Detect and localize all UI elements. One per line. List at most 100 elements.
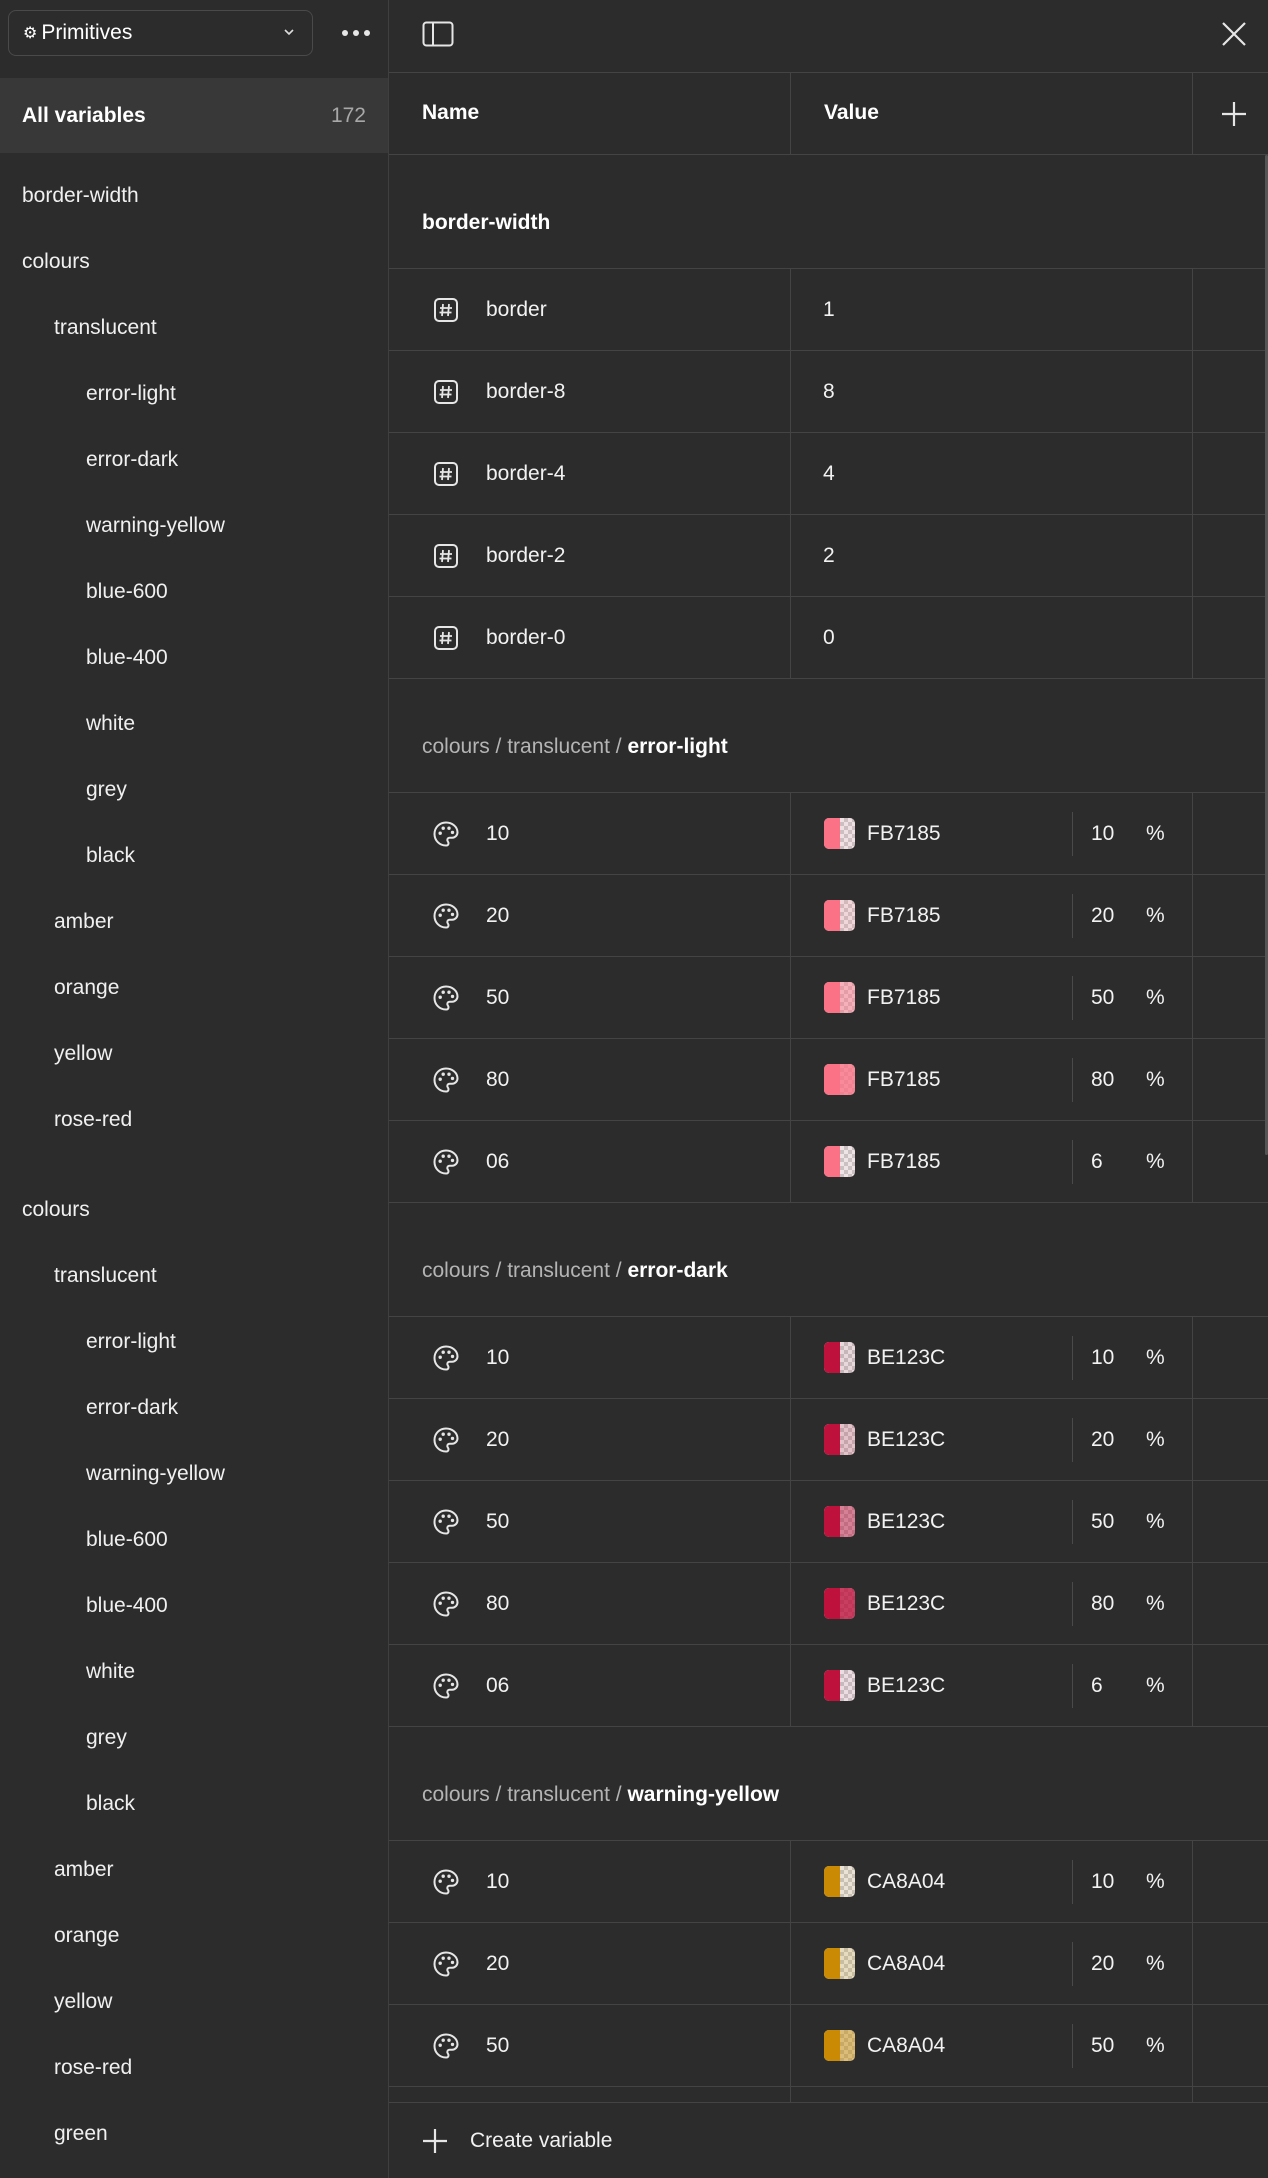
sidebar-toggle-icon[interactable] — [422, 21, 454, 47]
sidebar-group-item[interactable]: grey — [0, 1718, 388, 1758]
variable-row[interactable]: border-8 8 — [389, 351, 1268, 433]
variable-row[interactable]: 20 CA8A04 20% — [389, 1923, 1268, 2005]
opacity-value[interactable]: 20 — [1091, 1952, 1114, 1976]
variable-row[interactable] — [389, 2087, 1268, 2102]
sidebar-group-item[interactable]: green — [0, 2114, 388, 2154]
sidebar-group-item[interactable]: grey — [0, 770, 388, 810]
close-icon[interactable] — [1220, 20, 1248, 48]
sidebar-group-item[interactable]: translucent — [0, 308, 388, 348]
opacity-value[interactable]: 50 — [1091, 986, 1114, 1010]
sidebar-group-item[interactable]: yellow — [0, 1982, 388, 2022]
column-divider[interactable] — [1192, 73, 1193, 155]
sidebar-group-item[interactable]: black — [0, 1784, 388, 1824]
column-divider[interactable] — [790, 73, 791, 155]
variable-name[interactable]: 10 — [486, 822, 509, 846]
sidebar-group-item[interactable]: error-dark — [0, 440, 388, 480]
sidebar-group-item[interactable]: black — [0, 836, 388, 876]
sidebar-group-item[interactable]: blue-400 — [0, 638, 388, 678]
sidebar-group-item[interactable]: border-width — [0, 176, 388, 216]
color-swatch[interactable] — [824, 1064, 855, 1095]
color-swatch[interactable] — [824, 1948, 855, 1979]
sidebar-group-item[interactable]: amber — [0, 1850, 388, 1890]
color-swatch[interactable] — [824, 1342, 855, 1373]
variable-value[interactable]: 8 — [823, 380, 835, 404]
sidebar-group-item[interactable]: colours — [0, 1190, 388, 1230]
variable-row[interactable]: 80 BE123C 80% — [389, 1563, 1268, 1645]
opacity-value[interactable]: 50 — [1091, 2034, 1114, 2058]
variable-name[interactable]: border — [486, 298, 547, 322]
sidebar-group-item[interactable]: white — [0, 1652, 388, 1692]
color-swatch[interactable] — [824, 818, 855, 849]
color-swatch[interactable] — [824, 1506, 855, 1537]
opacity-value[interactable]: 6 — [1091, 1674, 1103, 1698]
variable-name[interactable]: 10 — [486, 1346, 509, 1370]
hex-value[interactable]: BE123C — [867, 1510, 945, 1534]
variable-row[interactable]: 20 FB7185 20% — [389, 875, 1268, 957]
variable-name[interactable]: 50 — [486, 986, 509, 1010]
sidebar-group-item[interactable]: rose-red — [0, 1100, 388, 1140]
opacity-value[interactable]: 6 — [1091, 1150, 1103, 1174]
opacity-value[interactable]: 10 — [1091, 822, 1114, 846]
variable-name[interactable]: 06 — [486, 1150, 509, 1174]
hex-value[interactable]: CA8A04 — [867, 1870, 945, 1894]
hex-value[interactable]: FB7185 — [867, 1150, 941, 1174]
sidebar-group-item[interactable]: error-light — [0, 374, 388, 414]
variable-name[interactable]: 20 — [486, 1952, 509, 1976]
sidebar-group-item[interactable]: colours — [0, 242, 388, 282]
variable-row[interactable]: 10 CA8A04 10% — [389, 1841, 1268, 1923]
variable-name[interactable]: 10 — [486, 1870, 509, 1894]
color-swatch[interactable] — [824, 900, 855, 931]
variable-value[interactable]: 1 — [823, 298, 835, 322]
hex-value[interactable]: FB7185 — [867, 986, 941, 1010]
sidebar-group-item[interactable]: orange — [0, 968, 388, 1008]
hex-value[interactable]: CA8A04 — [867, 1952, 945, 1976]
variable-name[interactable]: 06 — [486, 1674, 509, 1698]
sidebar-group-item[interactable]: amber — [0, 902, 388, 942]
variable-row[interactable]: 06 BE123C 6% — [389, 1645, 1268, 1727]
color-swatch[interactable] — [824, 982, 855, 1013]
hex-value[interactable]: FB7185 — [867, 1068, 941, 1092]
variable-row[interactable]: 50 FB7185 50% — [389, 957, 1268, 1039]
variable-row[interactable]: 50 BE123C 50% — [389, 1481, 1268, 1563]
hex-value[interactable]: BE123C — [867, 1592, 945, 1616]
variable-row[interactable]: border-2 2 — [389, 515, 1268, 597]
hex-value[interactable]: BE123C — [867, 1674, 945, 1698]
variable-name[interactable]: 20 — [486, 904, 509, 928]
opacity-value[interactable]: 50 — [1091, 1510, 1114, 1534]
variable-name[interactable]: 50 — [486, 1510, 509, 1534]
opacity-value[interactable]: 10 — [1091, 1346, 1114, 1370]
sidebar-group-item[interactable]: orange — [0, 1916, 388, 1956]
all-variables-item[interactable]: All variables 172 — [0, 78, 388, 153]
color-swatch[interactable] — [824, 1424, 855, 1455]
opacity-value[interactable]: 20 — [1091, 904, 1114, 928]
variable-name[interactable]: 50 — [486, 2034, 509, 2058]
hex-value[interactable]: BE123C — [867, 1428, 945, 1452]
variable-name[interactable]: border-2 — [486, 544, 565, 568]
more-options-button[interactable] — [336, 18, 376, 48]
create-variable-button[interactable]: Create variable — [422, 2121, 612, 2161]
variable-name[interactable]: 80 — [486, 1068, 509, 1092]
color-swatch[interactable] — [824, 1866, 855, 1897]
variable-row[interactable]: 10 BE123C 10% — [389, 1317, 1268, 1399]
hex-value[interactable]: FB7185 — [867, 904, 941, 928]
sidebar-group-item[interactable]: white — [0, 704, 388, 744]
opacity-value[interactable]: 80 — [1091, 1068, 1114, 1092]
opacity-value[interactable]: 20 — [1091, 1428, 1114, 1452]
sidebar-group-item[interactable]: error-dark — [0, 1388, 388, 1428]
variable-name[interactable]: 20 — [486, 1428, 509, 1452]
sidebar-group-item[interactable]: blue-600 — [0, 572, 388, 612]
hex-value[interactable]: FB7185 — [867, 822, 941, 846]
variable-name[interactable]: border-8 — [486, 380, 565, 404]
sidebar-group-item[interactable]: yellow — [0, 1034, 388, 1074]
sidebar-group-item[interactable]: rose-red — [0, 2048, 388, 2088]
variable-value[interactable]: 4 — [823, 462, 835, 486]
variable-row[interactable]: 06 FB7185 6% — [389, 1121, 1268, 1203]
variable-row[interactable]: 20 BE123C 20% — [389, 1399, 1268, 1481]
collection-dropdown[interactable]: ⚙ Primitives — [8, 10, 313, 56]
sidebar-group-item[interactable]: warning-yellow — [0, 1454, 388, 1494]
variable-name[interactable]: border-4 — [486, 462, 565, 486]
variable-row[interactable]: 80 FB7185 80% — [389, 1039, 1268, 1121]
variable-row[interactable]: border-0 0 — [389, 597, 1268, 679]
sidebar-group-item[interactable]: warning-yellow — [0, 506, 388, 546]
variable-name[interactable]: border-0 — [486, 626, 565, 650]
